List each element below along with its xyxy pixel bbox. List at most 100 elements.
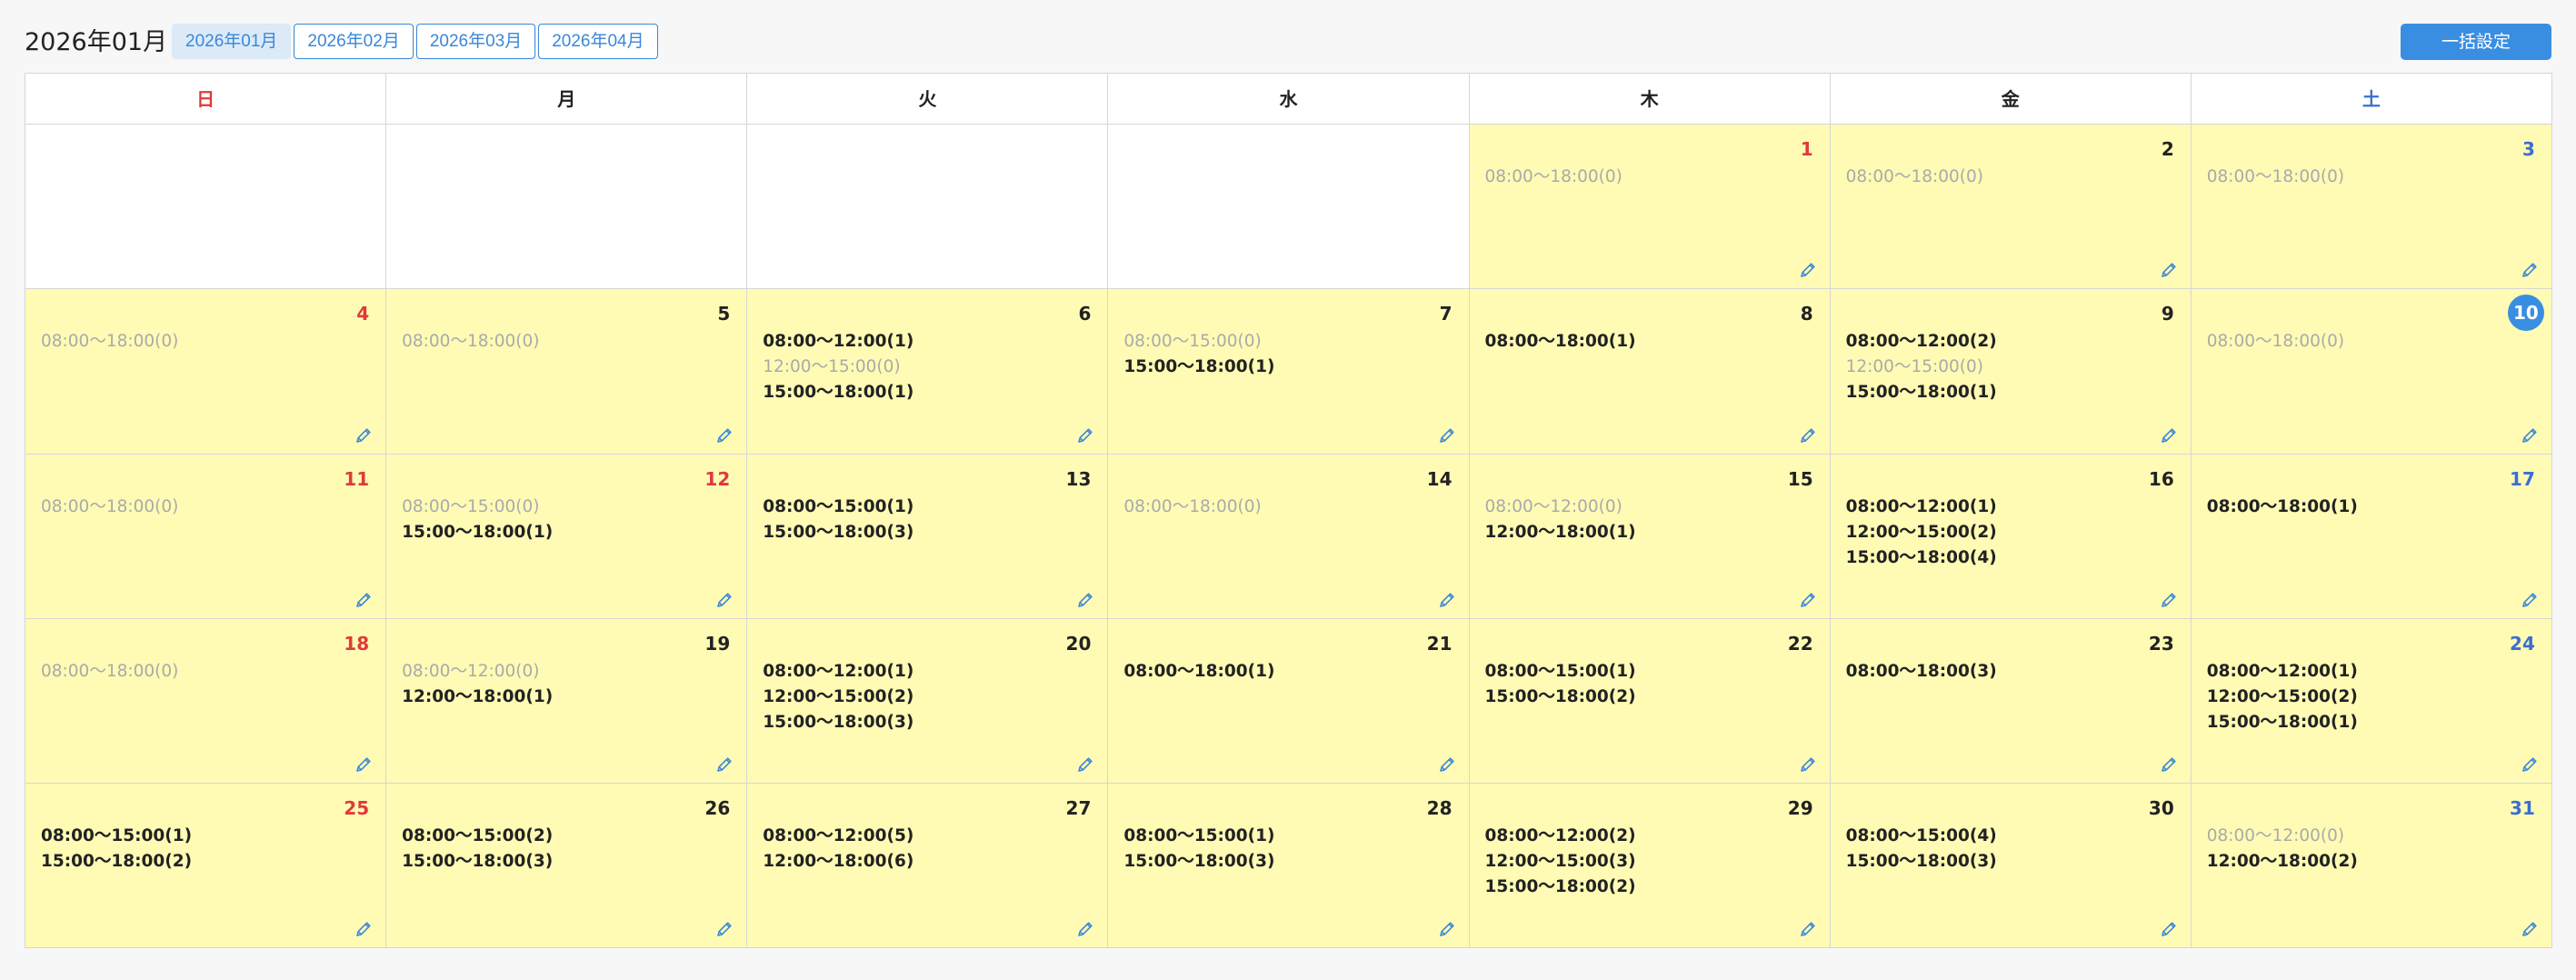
day-cell[interactable]: 5 08:00〜18:00(0)	[386, 289, 748, 455]
month-tab-2[interactable]: 2026年02月	[294, 24, 414, 59]
calendar-week-row: 4 08:00〜18:00(0) 5 08:00〜18:00(0) 6 08:00〜12:…	[25, 289, 2552, 455]
pencil-icon[interactable]	[2160, 261, 2178, 279]
pencil-icon[interactable]	[1799, 920, 1817, 938]
time-slot-list: 08:00〜18:00(1)	[1123, 659, 1274, 685]
empty-day-cell	[747, 125, 1109, 290]
time-slot: 08:00〜12:00(1)	[763, 661, 914, 681]
day-cell[interactable]: 9 08:00〜12:00(2) 12:00〜15:00(0) 15:00〜18:00…	[1830, 289, 2192, 455]
time-slot-list: 08:00〜12:00(1) 12:00〜15:00(0) 15:00〜18:00(…	[763, 329, 914, 405]
time-slot-list: 08:00〜15:00(1) 15:00〜18:00(2)	[41, 824, 192, 875]
time-slot: 08:00〜18:00(0)	[402, 332, 540, 352]
day-cell[interactable]: 21 08:00〜18:00(1)	[1108, 618, 1470, 785]
pencil-icon[interactable]	[2521, 591, 2539, 609]
pencil-icon[interactable]	[1799, 755, 1817, 774]
pencil-icon[interactable]	[2521, 755, 2539, 774]
day-cell[interactable]: 19 08:00〜12:00(0) 12:00〜18:00(1)	[386, 618, 748, 785]
day-number: 3	[2521, 138, 2535, 160]
day-cell[interactable]: 10 08:00〜18:00(0)	[2191, 289, 2552, 455]
pencil-icon[interactable]	[715, 591, 734, 609]
day-cell[interactable]: 16 08:00〜12:00(1) 12:00〜15:00(2) 15:00〜18:0…	[1830, 454, 2192, 619]
day-cell[interactable]: 2 08:00〜18:00(0)	[1830, 125, 2192, 290]
pencil-icon[interactable]	[1076, 755, 1094, 774]
pencil-icon[interactable]	[1438, 426, 1456, 445]
day-cell[interactable]: 1 08:00〜18:00(0)	[1469, 125, 1831, 290]
pencil-icon[interactable]	[354, 755, 373, 774]
day-cell[interactable]: 18 08:00〜18:00(0)	[25, 618, 387, 785]
month-tab-4[interactable]: 2026年04月	[538, 24, 658, 59]
time-slot-list: 08:00〜12:00(1) 12:00〜15:00(2) 15:00〜18:00(…	[763, 659, 914, 735]
pencil-icon[interactable]	[2160, 755, 2178, 774]
day-cell[interactable]: 7 08:00〜15:00(0) 15:00〜18:00(1)	[1108, 289, 1470, 455]
day-cell[interactable]: 24 08:00〜12:00(1) 12:00〜15:00(2) 15:00〜18:0…	[2191, 618, 2552, 785]
pencil-icon[interactable]	[715, 755, 734, 774]
day-cell[interactable]: 11 08:00〜18:00(0)	[25, 454, 387, 619]
day-cell[interactable]: 8 08:00〜18:00(1)	[1469, 289, 1831, 455]
time-slot: 08:00〜18:00(0)	[2206, 332, 2345, 352]
day-cell[interactable]: 28 08:00〜15:00(1) 15:00〜18:00(3)	[1108, 784, 1470, 949]
pencil-icon[interactable]	[2521, 920, 2539, 938]
day-cell[interactable]: 14 08:00〜18:00(0)	[1108, 454, 1470, 619]
pencil-icon[interactable]	[1076, 591, 1094, 609]
time-slot-list: 08:00〜18:00(3)	[1846, 659, 1997, 685]
day-cell[interactable]: 27 08:00〜12:00(5) 12:00〜18:00(6)	[747, 784, 1109, 949]
day-number: 19	[704, 632, 731, 655]
day-cell[interactable]: 31 08:00〜12:00(0) 12:00〜18:00(2)	[2191, 784, 2552, 949]
pencil-icon[interactable]	[354, 591, 373, 609]
day-cell[interactable]: 15 08:00〜12:00(0) 12:00〜18:00(1)	[1469, 454, 1831, 619]
day-cell[interactable]: 20 08:00〜12:00(1) 12:00〜15:00(2) 15:00〜18:0…	[747, 618, 1109, 785]
pencil-icon[interactable]	[1799, 261, 1817, 279]
pencil-icon[interactable]	[2160, 920, 2178, 938]
pencil-icon[interactable]	[1799, 426, 1817, 445]
time-slot-list: 08:00〜18:00(0)	[41, 495, 178, 520]
bulk-settings-button[interactable]: 一括設定	[2401, 24, 2551, 60]
time-slot-list: 08:00〜18:00(0)	[2207, 165, 2344, 190]
time-slot-list: 08:00〜12:00(5) 12:00〜18:00(6)	[763, 824, 914, 875]
month-tab-3[interactable]: 2026年03月	[415, 24, 536, 59]
pencil-icon[interactable]	[1076, 920, 1094, 938]
time-slot: 08:00〜15:00(1)	[1484, 661, 1636, 681]
pencil-icon[interactable]	[1799, 591, 1817, 609]
day-cell[interactable]: 29 08:00〜12:00(2) 12:00〜15:00(3) 15:00〜18:0…	[1469, 784, 1831, 949]
pencil-icon[interactable]	[715, 920, 734, 938]
day-cell[interactable]: 3 08:00〜18:00(0)	[2191, 125, 2552, 290]
pencil-icon[interactable]	[2521, 426, 2539, 445]
day-cell[interactable]: 30 08:00〜15:00(4) 15:00〜18:00(3)	[1830, 784, 2192, 949]
day-number: 29	[1787, 797, 1813, 820]
time-slot: 08:00〜18:00(0)	[1484, 167, 1622, 186]
time-slot-list: 08:00〜18:00(0)	[402, 329, 539, 355]
time-slot: 08:00〜18:00(1)	[1484, 332, 1636, 352]
day-number: 4	[356, 303, 370, 325]
day-cell[interactable]: 6 08:00〜12:00(1) 12:00〜15:00(0) 15:00〜18:00…	[747, 289, 1109, 455]
day-cell[interactable]: 4 08:00〜18:00(0)	[25, 289, 387, 455]
day-number: 5	[717, 303, 731, 325]
day-number: 16	[2148, 467, 2174, 490]
day-number: 23	[2148, 632, 2174, 655]
day-cell[interactable]: 22 08:00〜15:00(1) 15:00〜18:00(2)	[1469, 618, 1831, 785]
time-slot: 15:00〜18:00(2)	[41, 852, 193, 872]
weekday-thursday: 木	[1469, 74, 1831, 125]
time-slot-list: 08:00〜15:00(0) 15:00〜18:00(1)	[402, 495, 553, 545]
time-slot: 08:00〜15:00(1)	[763, 496, 914, 516]
pencil-icon[interactable]	[1438, 755, 1456, 774]
day-cell[interactable]: 23 08:00〜18:00(3)	[1830, 618, 2192, 785]
pencil-icon[interactable]	[2160, 426, 2178, 445]
time-slot-list: 08:00〜18:00(1)	[2207, 495, 2358, 520]
day-cell[interactable]: 25 08:00〜15:00(1) 15:00〜18:00(2)	[25, 784, 387, 949]
time-slot: 12:00〜15:00(0)	[763, 357, 901, 377]
pencil-icon[interactable]	[715, 426, 734, 445]
pencil-icon[interactable]	[2160, 591, 2178, 609]
day-number: 11	[344, 467, 370, 490]
pencil-icon[interactable]	[1438, 591, 1456, 609]
weekday-header-row: 日月火水木金土	[25, 74, 2552, 125]
pencil-icon[interactable]	[1076, 426, 1094, 445]
time-slot: 08:00〜15:00(0)	[1123, 332, 1262, 352]
month-tab-1[interactable]: 2026年01月	[172, 24, 292, 59]
day-cell[interactable]: 13 08:00〜15:00(1) 15:00〜18:00(3)	[747, 454, 1109, 619]
pencil-icon[interactable]	[354, 920, 373, 938]
day-cell[interactable]: 17 08:00〜18:00(1)	[2191, 454, 2552, 619]
day-cell[interactable]: 12 08:00〜15:00(0) 15:00〜18:00(1)	[386, 454, 748, 619]
pencil-icon[interactable]	[2521, 261, 2539, 279]
pencil-icon[interactable]	[354, 426, 373, 445]
day-cell[interactable]: 26 08:00〜15:00(2) 15:00〜18:00(3)	[386, 784, 748, 949]
pencil-icon[interactable]	[1438, 920, 1456, 938]
